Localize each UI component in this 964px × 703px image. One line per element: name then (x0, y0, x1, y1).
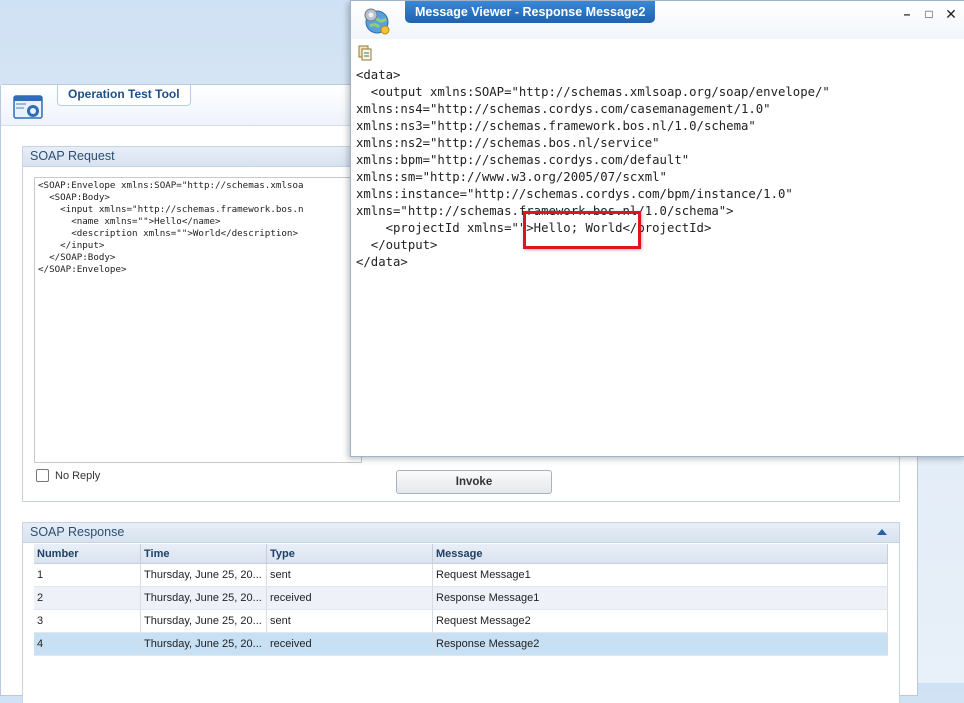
minimize-button[interactable]: – (899, 7, 915, 21)
maximize-button[interactable]: □ (921, 7, 937, 21)
cell-message: Request Message2 (432, 609, 888, 633)
operation-test-tool-logo-icon (13, 95, 43, 119)
cell-type: sent (266, 609, 433, 633)
column-header-message[interactable]: Message (432, 544, 888, 564)
response-table-header: Number Time Type Message (34, 544, 888, 564)
table-row[interactable]: 1 Thursday, June 25, 20... sent Request Mes… (34, 563, 888, 587)
viewer-xml-line: </output> (356, 238, 438, 252)
column-header-time[interactable]: Time (140, 544, 267, 564)
viewer-xml-content[interactable]: <data> <output xmlns:SOAP="http://schema… (356, 67, 961, 271)
viewer-titlebar[interactable]: Message Viewer - Response Message2 – □ ✕ (351, 1, 964, 39)
soap-response-panel: SOAP Response Number Time Type Message 1… (22, 522, 900, 703)
request-editor-line: <name xmlns="">Hello</name> (38, 216, 221, 227)
cell-message: Response Message2 (432, 632, 888, 656)
request-editor-line: </SOAP:Body> (38, 252, 116, 263)
cell-message: Request Message1 (432, 563, 888, 587)
viewer-xml-line: xmlns:ns2="http://schemas.bos.nl/service… (356, 136, 660, 150)
close-button[interactable]: ✕ (943, 7, 959, 21)
table-row[interactable]: 4 Thursday, June 25, 20... received Respons… (34, 632, 888, 656)
soap-response-title: SOAP Response (23, 523, 899, 543)
cell-type: received (266, 586, 433, 610)
request-editor-line: <description xmlns="">World</description… (38, 228, 298, 239)
cell-time: Thursday, June 25, 20... (140, 586, 267, 610)
request-editor-line: <input xmlns="http://schemas.framework.b… (38, 204, 304, 215)
message-viewer-window: Message Viewer - Response Message2 – □ ✕… (350, 0, 964, 457)
viewer-xml-line: xmlns:ns4="http://schemas.cordys.com/cas… (356, 102, 771, 116)
viewer-xml-line: xmlns:instance="http://schemas.cordys.co… (356, 187, 793, 201)
soap-request-editor[interactable]: <SOAP:Envelope xmlns:SOAP="http://schema… (34, 177, 362, 463)
table-row[interactable]: 3 Thursday, June 25, 20... sent Request Mes… (34, 609, 888, 633)
viewer-xml-line: xmlns:ns3="http://schemas.framework.bos.… (356, 119, 756, 133)
cell-time: Thursday, June 25, 20... (140, 632, 267, 656)
viewer-xml-line: <output xmlns:SOAP="http://schemas.xmlso… (356, 85, 830, 99)
message-viewer-globe-gear-icon (364, 8, 390, 35)
cell-number: 1 (34, 563, 141, 587)
cell-number: 4 (34, 632, 141, 656)
no-reply-checkbox[interactable] (36, 469, 49, 482)
request-editor-line: <SOAP:Body> (38, 192, 110, 203)
viewer-xml-line: xmlns:bpm="http://schemas.cordys.com/def… (356, 153, 690, 167)
column-header-number[interactable]: Number (34, 544, 141, 564)
tool-title-tab[interactable]: Operation Test Tool (57, 85, 191, 106)
copy-icon[interactable] (358, 45, 372, 61)
no-reply-option[interactable]: No Reply (36, 469, 100, 482)
request-editor-line: <SOAP:Envelope xmlns:SOAP="http://schema… (38, 180, 304, 191)
request-editor-line: </SOAP:Envelope> (38, 264, 127, 275)
cell-number: 2 (34, 586, 141, 610)
cell-number: 3 (34, 609, 141, 633)
viewer-xml-line: <data> (356, 68, 401, 82)
response-table-body: 1 Thursday, June 25, 20... sent Request Mes… (34, 563, 888, 656)
response-table: Number Time Type Message 1 Thursday, June… (34, 544, 888, 656)
viewer-xml-line: </data> (356, 255, 408, 269)
no-reply-label: No Reply (55, 469, 101, 482)
cell-type: received (266, 632, 433, 656)
table-row[interactable]: 2 Thursday, June 25, 20... received Respons… (34, 586, 888, 610)
invoke-button[interactable]: Invoke (396, 470, 552, 494)
viewer-xml-line: xmlns:sm="http://www.w3.org/2005/07/scxm… (356, 170, 667, 184)
viewer-title: Message Viewer - Response Message2 (405, 1, 656, 23)
request-editor-line: </input> (38, 240, 105, 251)
viewer-xml-line: xmlns="http://schemas.framework.bos.nl/1… (356, 204, 734, 218)
collapse-up-icon[interactable] (877, 529, 887, 535)
viewer-xml-line: <projectId xmlns="">Hello; World</projec… (356, 221, 712, 235)
cell-type: sent (266, 563, 433, 587)
cell-message: Response Message1 (432, 586, 888, 610)
cell-time: Thursday, June 25, 20... (140, 563, 267, 587)
highlight-annotation (523, 211, 641, 249)
cell-time: Thursday, June 25, 20... (140, 609, 267, 633)
column-header-type[interactable]: Type (266, 544, 433, 564)
